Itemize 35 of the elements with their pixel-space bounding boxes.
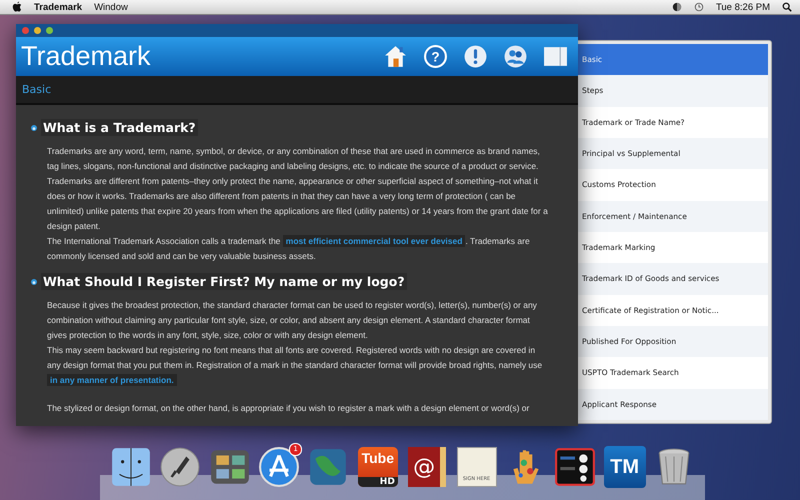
people-icon[interactable] [503, 44, 528, 69]
clock-widget-icon[interactable] [554, 446, 596, 488]
app-store-icon[interactable] [258, 446, 300, 488]
apple-icon[interactable] [12, 1, 22, 13]
zoom-button[interactable] [46, 27, 53, 34]
search-icon[interactable] [782, 2, 792, 12]
paragraph: The International Trademark Association calls a trademark the most efficient commercial tool ever devised . Trademarks are commonly licensed and sold and can be very valuable business assets. [47, 234, 531, 263]
face-icon[interactable] [110, 446, 152, 488]
app-menu[interactable]: Trademark [34, 2, 82, 12]
icon-text: Tube [362, 450, 394, 466]
alert-icon[interactable] [463, 44, 488, 69]
help-icon[interactable]: ? [423, 44, 448, 69]
address-book-icon[interactable]: @ [408, 447, 446, 487]
app-title: Trademark [21, 41, 151, 72]
paragraph: The stylized or design format, on the other hand, is appropriate if you wish to register a mark with a design element or word(s) or [47, 402, 530, 415]
bullet-icon [30, 278, 38, 286]
paragraph: This may seem backward but registering no font means that all fonts are covered. Registered words with no design are covered in any design format that you put them in. Registration of a mark in the standard character format will provide broad rights, namely use in any manner of presentation. [47, 344, 544, 388]
sidebar-icon[interactable] [543, 44, 568, 69]
tube-hd-icon[interactable]: Tube HD [358, 447, 398, 487]
icon-text: HD [358, 477, 398, 487]
menu-clock[interactable]: Tue 8:26 PM [716, 2, 770, 12]
text-link[interactable]: most efficient commercial tool ever devised [282, 235, 466, 247]
paragraph: Because it gives the broadest protection, the standard character format can be used to register word(s), letter(s), number(s) or any combination without claiming any particular font style, size, or color, and absent any design element. A standard character format gives protection to the words in any font, style, size, color or with any design element. [47, 299, 538, 342]
article-heading: What Should I Register First? My name or my logo? [41, 273, 407, 290]
status-icon[interactable] [672, 2, 682, 12]
trademark-app-icon[interactable]: TM [604, 446, 646, 488]
paragraph: Trademarks are any word, term, name, symbol, or device, or any combination of these that are used in commerce as brand names, tag lines, slogans, non-functional and distinctive packaging and labeling designs, etc. to indicate the source of a product or service. Trademarks are different from patents–they only protect the name, appearance or other superficial aspect of something–not what it does or how it works. Trademarks are also different from patents in that they can have a very long term of protection ( can be unlimited) unlike patents that expire 20 years from when the applications are filed (utility patents) or 14 years from the grant date for a design patent. [47, 145, 548, 233]
home-icon[interactable] [383, 44, 408, 69]
minimize-button[interactable] [34, 27, 41, 34]
clock-icon[interactable] [694, 2, 704, 12]
section-title: Basic [22, 83, 52, 96]
article-heading: What is a Trademark? [41, 119, 198, 136]
bullet-icon [30, 124, 38, 132]
menu-item[interactable]: Window [94, 2, 128, 12]
text-link[interactable]: in any manner of presentation. [47, 374, 177, 386]
